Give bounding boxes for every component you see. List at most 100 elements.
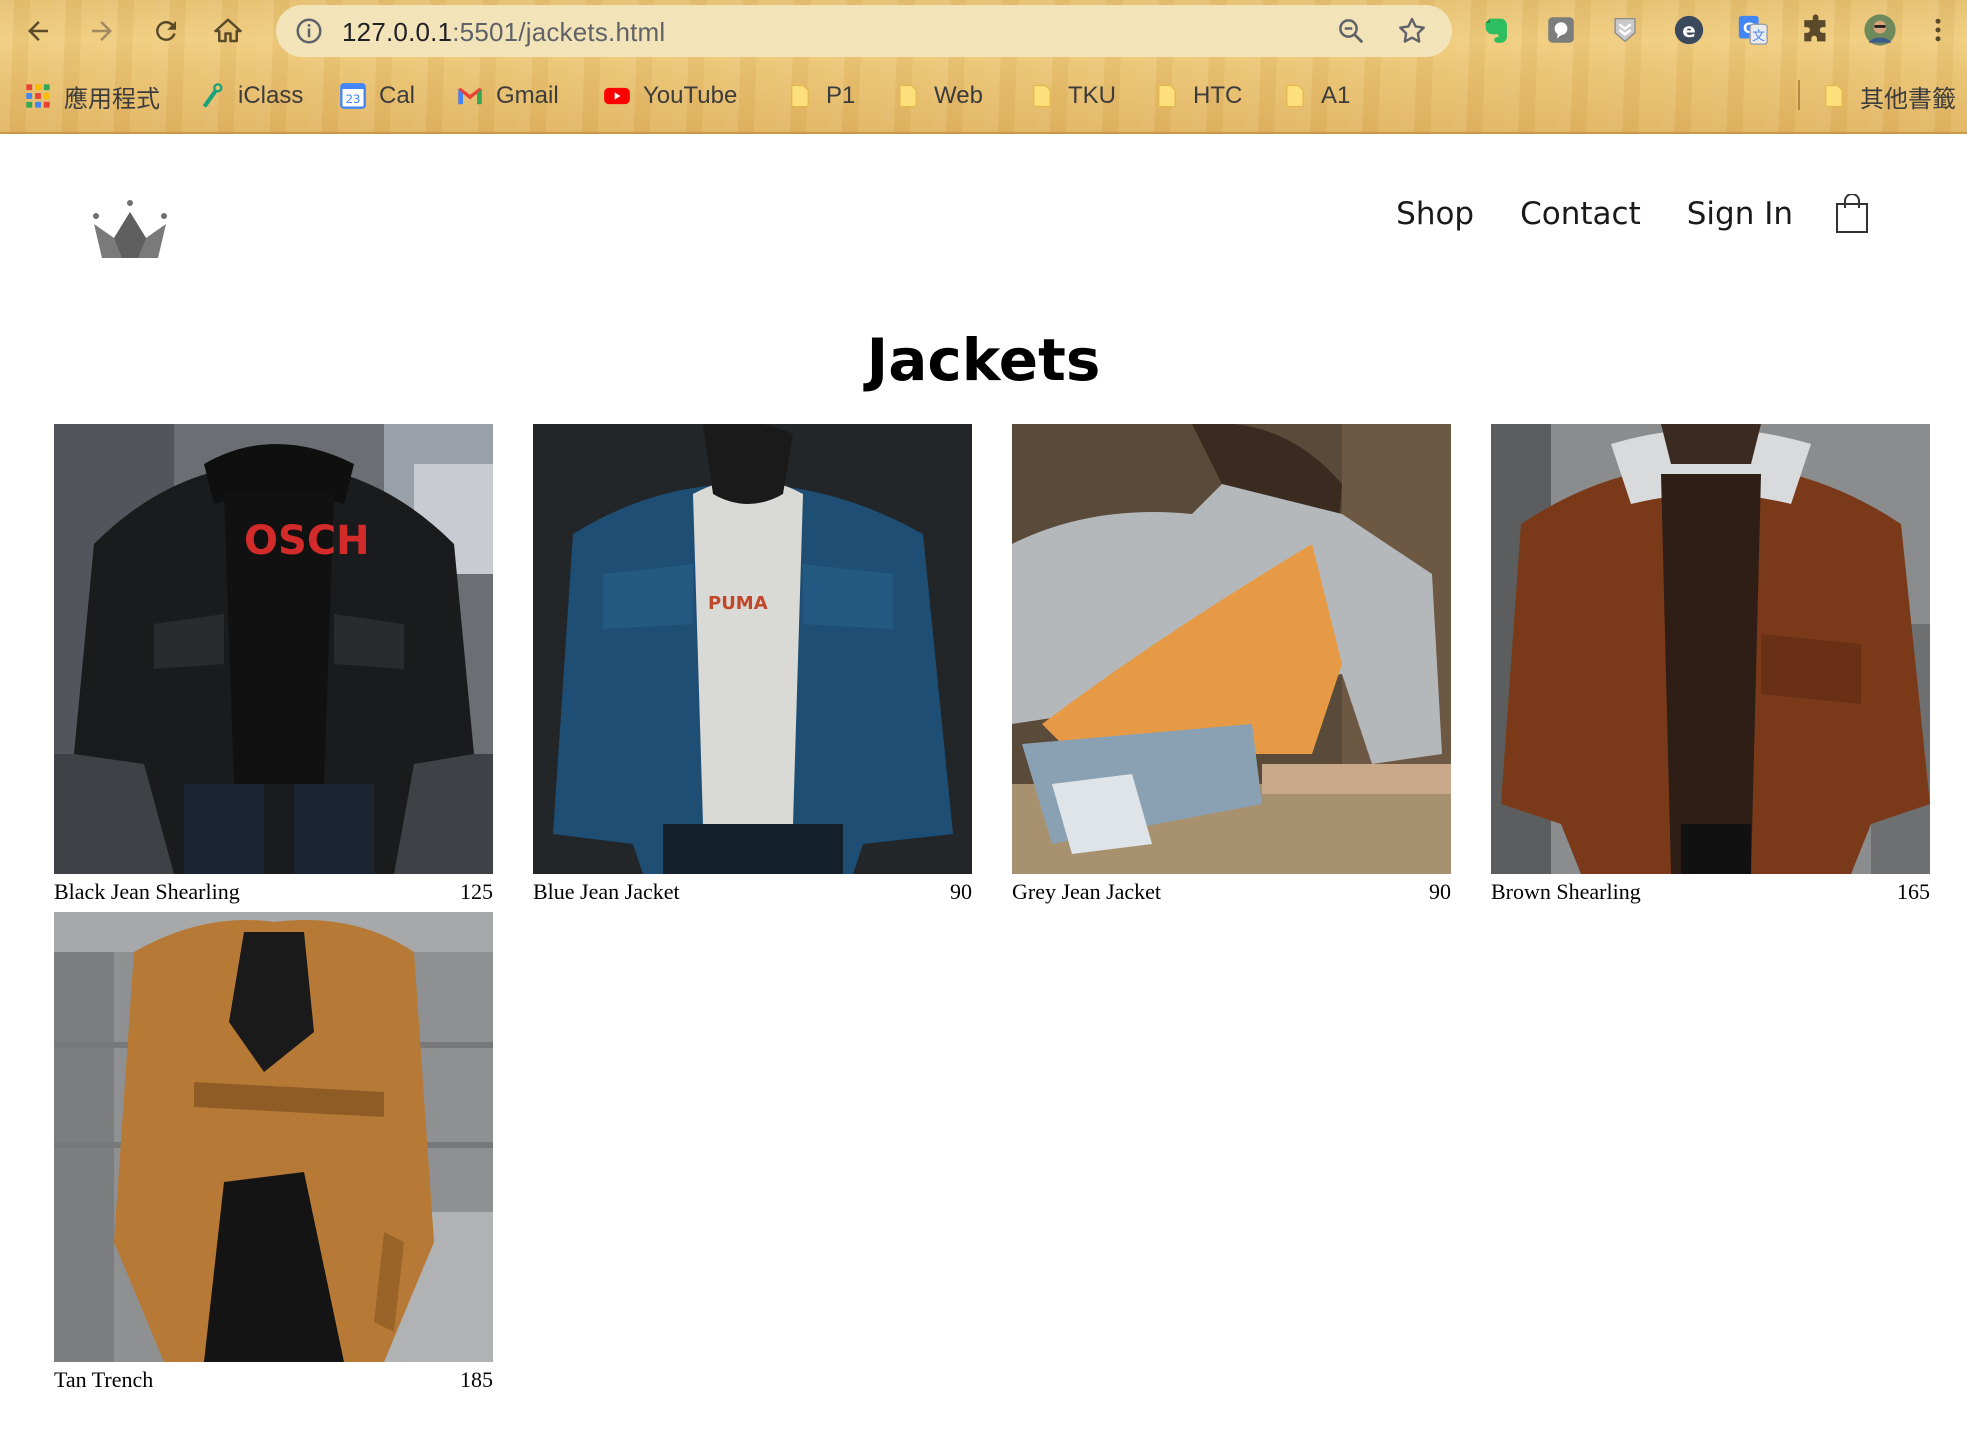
folder-icon bbox=[894, 82, 922, 110]
e-extension[interactable]: e bbox=[1671, 12, 1707, 48]
product-meta: Black Jean Shearling 125 bbox=[54, 874, 493, 910]
chat-extension[interactable] bbox=[1543, 12, 1579, 48]
zoom-out-icon[interactable] bbox=[1336, 16, 1366, 46]
calendar-icon: 23 bbox=[339, 82, 367, 110]
nav-contact-link[interactable]: Contact bbox=[1520, 196, 1641, 232]
crown-logo-icon[interactable] bbox=[90, 198, 170, 264]
product-card[interactable]: PUMA Blue Jean Jacket 90 bbox=[533, 424, 972, 910]
shopping-bag-icon[interactable] bbox=[1835, 194, 1869, 234]
bookmark-apps[interactable]: 應用程式 bbox=[24, 74, 160, 118]
bookmark-folder-web[interactable]: Web bbox=[894, 74, 983, 118]
browser-menu-button[interactable] bbox=[1928, 12, 1948, 48]
bookmark-label: iClass bbox=[238, 82, 304, 109]
black-jacket-photo: OSCH bbox=[54, 424, 493, 874]
shield-down-icon bbox=[1614, 17, 1636, 43]
address-bar[interactable]: 127.0.0.1:5501/jackets.html bbox=[276, 5, 1452, 57]
product-image[interactable]: PUMA bbox=[533, 424, 972, 874]
bookmark-youtube[interactable]: YouTube bbox=[603, 74, 737, 118]
product-card[interactable]: Tan Trench 185 bbox=[54, 912, 493, 1398]
tan-trench-photo bbox=[54, 912, 493, 1362]
product-image[interactable]: OSCH bbox=[54, 424, 493, 874]
url-host: 127.0.0.1 bbox=[342, 17, 453, 47]
folder-icon bbox=[1281, 82, 1309, 110]
bookmark-label: Gmail bbox=[496, 82, 559, 109]
product-meta: Grey Jean Jacket 90 bbox=[1012, 874, 1451, 910]
folder-icon bbox=[786, 82, 814, 110]
bookmark-gmail[interactable]: Gmail bbox=[456, 74, 559, 118]
brown-jacket-photo bbox=[1491, 424, 1930, 874]
profile-avatar[interactable] bbox=[1862, 12, 1898, 48]
product-name[interactable]: Brown Shearling bbox=[1491, 879, 1641, 905]
svg-text:PUMA: PUMA bbox=[708, 593, 768, 614]
puzzle-icon bbox=[1804, 14, 1826, 42]
avatar-icon bbox=[1864, 14, 1896, 46]
product-meta: Tan Trench 185 bbox=[54, 1362, 493, 1398]
url-text[interactable]: 127.0.0.1:5501/jackets.html bbox=[342, 17, 665, 48]
bookmark-label: P1 bbox=[826, 82, 856, 109]
evernote-extension[interactable] bbox=[1479, 12, 1515, 48]
main-nav: Shop Contact Sign In bbox=[1350, 194, 1869, 234]
site-header: Shop Contact Sign In bbox=[0, 136, 1967, 316]
extensions-button[interactable] bbox=[1799, 12, 1835, 48]
product-name[interactable]: Grey Jean Jacket bbox=[1012, 879, 1161, 905]
bookmark-star-icon[interactable] bbox=[1396, 15, 1428, 47]
gmail-icon bbox=[456, 82, 484, 110]
nav-sign-in-link[interactable]: Sign In bbox=[1687, 196, 1793, 232]
e-circle-icon: e bbox=[1674, 15, 1704, 45]
bookmark-folder-a1[interactable]: A1 bbox=[1281, 74, 1350, 118]
translate-extension[interactable]: G文 bbox=[1735, 12, 1771, 48]
product-price: 90 bbox=[950, 879, 972, 904]
bookmark-folder-p1[interactable]: P1 bbox=[786, 74, 855, 118]
folder-icon bbox=[1153, 82, 1181, 110]
product-image[interactable] bbox=[54, 912, 493, 1362]
blue-jacket-photo: PUMA bbox=[533, 424, 972, 874]
product-meta: Blue Jean Jacket 90 bbox=[533, 874, 972, 910]
product-price: 185 bbox=[460, 1367, 493, 1392]
reload-icon bbox=[156, 20, 176, 41]
product-image[interactable] bbox=[1012, 424, 1451, 874]
home-button[interactable] bbox=[206, 9, 250, 53]
bookmarks-bar: 應用程式 iClass 23 Cal Gmail YouTube P1 Web … bbox=[0, 74, 1967, 118]
product-name[interactable]: Tan Trench bbox=[54, 1367, 153, 1393]
iclass-icon bbox=[198, 82, 226, 110]
apps-grid-icon bbox=[24, 82, 52, 110]
bookmark-label: 應用程式 bbox=[64, 85, 160, 113]
folder-icon bbox=[1820, 82, 1848, 110]
arrow-left-icon bbox=[28, 21, 48, 41]
product-name[interactable]: Blue Jean Jacket bbox=[533, 879, 680, 905]
save-extension[interactable] bbox=[1607, 12, 1643, 48]
info-icon[interactable] bbox=[294, 16, 324, 46]
chat-bubble-icon bbox=[1548, 17, 1574, 43]
other-bookmarks[interactable]: 其他書籤 bbox=[1820, 74, 1956, 118]
bookmark-cal[interactable]: 23 Cal bbox=[339, 74, 415, 118]
grey-jacket-photo bbox=[1012, 424, 1451, 874]
home-icon bbox=[214, 18, 242, 43]
product-image[interactable] bbox=[1491, 424, 1930, 874]
product-card[interactable]: Grey Jean Jacket 90 bbox=[1012, 424, 1451, 910]
bookmark-folder-tku[interactable]: TKU bbox=[1028, 74, 1116, 118]
bookmark-label: Web bbox=[934, 82, 983, 109]
url-path: :5501/jackets.html bbox=[452, 17, 666, 47]
product-card[interactable]: Brown Shearling 165 bbox=[1491, 424, 1930, 910]
product-name[interactable]: Black Jean Shearling bbox=[54, 879, 240, 905]
nav-shop-link[interactable]: Shop bbox=[1396, 196, 1474, 232]
calendar-badge-text: 23 bbox=[346, 92, 361, 106]
youtube-icon bbox=[603, 82, 631, 110]
browser-chrome: 127.0.0.1:5501/jackets.html e G文 應用程式 iC… bbox=[0, 0, 1967, 134]
svg-text:OSCH: OSCH bbox=[244, 518, 370, 564]
forward-button[interactable] bbox=[80, 9, 124, 53]
product-card[interactable]: OSCH Black Jean Shearling 125 bbox=[54, 424, 493, 910]
bookmarks-divider bbox=[1798, 80, 1800, 110]
reload-button[interactable] bbox=[144, 9, 188, 53]
translate-icon: G文 bbox=[1738, 15, 1768, 45]
bookmark-label: TKU bbox=[1068, 82, 1116, 109]
product-price: 125 bbox=[460, 879, 493, 904]
arrow-right-icon bbox=[92, 21, 112, 41]
bookmark-label: Cal bbox=[379, 82, 416, 109]
product-price: 165 bbox=[1897, 879, 1930, 904]
bookmark-iclass[interactable]: iClass bbox=[198, 74, 303, 118]
product-meta: Brown Shearling 165 bbox=[1491, 874, 1930, 910]
bookmark-label: YouTube bbox=[643, 82, 738, 109]
bookmark-folder-htc[interactable]: HTC bbox=[1153, 74, 1242, 118]
back-button[interactable] bbox=[16, 9, 60, 53]
